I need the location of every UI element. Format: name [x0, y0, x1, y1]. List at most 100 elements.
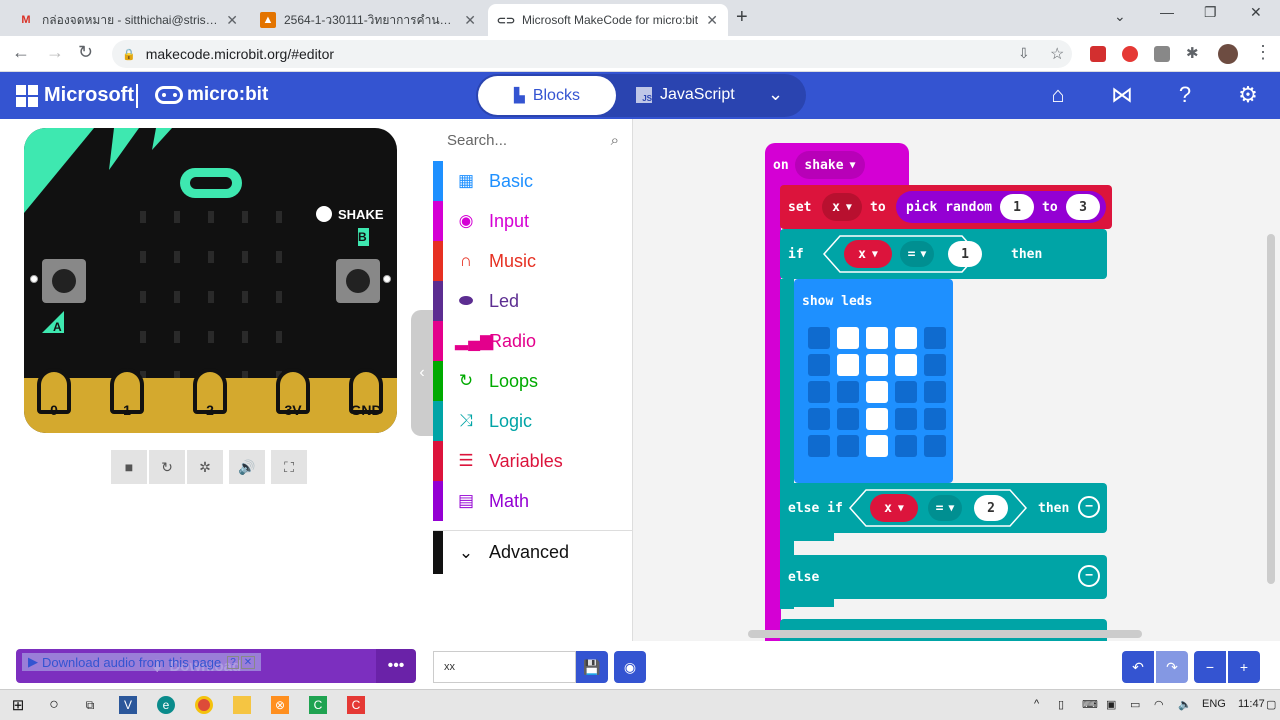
remove-branch-icon[interactable]: −	[1078, 565, 1100, 587]
led-cell[interactable]	[808, 435, 830, 457]
profile-dropdown-icon[interactable]: ⌄	[1114, 8, 1126, 25]
set-variable-block[interactable]: set x ▼ to pick random 1 to 3	[780, 185, 1112, 229]
extension-icon[interactable]	[1154, 46, 1170, 62]
horizontal-scrollbar[interactable]	[748, 630, 1142, 638]
shake-button[interactable]: SHAKE	[316, 206, 384, 222]
remove-branch-icon[interactable]: −	[1078, 496, 1100, 518]
close-tab-icon[interactable]: ✕	[706, 12, 718, 29]
toolbox-category-advanced[interactable]: ⌄ Advanced	[433, 530, 633, 574]
show-leds-block[interactable]: show leds	[794, 279, 953, 483]
led-cell[interactable]	[837, 381, 859, 403]
reload-icon[interactable]: ↻	[78, 42, 93, 63]
zoom-in-button[interactable]: +	[1228, 651, 1260, 683]
close-tab-icon[interactable]: ✕	[464, 12, 476, 29]
window-close-icon[interactable]: ✕	[1250, 4, 1262, 21]
close-icon[interactable]: ✕	[240, 655, 256, 669]
compare-value-input[interactable]: 2	[974, 495, 1008, 521]
javascript-mode-button[interactable]: JS JavaScript	[636, 86, 735, 104]
tray-chevron-icon[interactable]: ^	[1034, 698, 1039, 710]
toolbox-category-logic[interactable]: ⤨ Logic	[433, 401, 633, 441]
led-cell[interactable]	[924, 354, 946, 376]
browser-tab-gmail[interactable]: M กล่องจดหมาย - sitthichai@strisuksa.ac.…	[8, 4, 248, 36]
blocks-mode-button[interactable]: ▙ Blocks	[478, 76, 616, 115]
led-cell[interactable]	[895, 327, 917, 349]
led-cell[interactable]	[924, 327, 946, 349]
download-more-button[interactable]: •••	[376, 649, 416, 683]
browser-tab-makecode[interactable]: ⊂⊃ Microsoft MakeCode for micro:bit ✕	[488, 4, 728, 36]
extension-icon[interactable]	[1122, 46, 1138, 62]
toolbox-category-math[interactable]: ▤ Math	[433, 481, 633, 521]
toolbox-search[interactable]: Search... ⌕	[433, 119, 633, 161]
gesture-dropdown[interactable]: shake ▼	[795, 151, 865, 179]
led-cell[interactable]	[866, 354, 888, 376]
menu-kebab-icon[interactable]: ⋮	[1254, 42, 1272, 63]
back-icon[interactable]: ←	[12, 42, 30, 63]
restart-simulator-button[interactable]: ↻	[149, 450, 185, 484]
toolbox-category-music[interactable]: ∩ Music	[433, 241, 633, 281]
led-cell[interactable]	[837, 435, 859, 457]
operator-dropdown[interactable]: = ▼	[928, 495, 962, 521]
toolbox-category-input[interactable]: ◉ Input	[433, 201, 633, 241]
random-max-input[interactable]: 3	[1066, 194, 1100, 220]
else-if-block[interactable]: else if x ▼ = ▼ 2 then −	[780, 483, 1107, 533]
save-project-button[interactable]: 💾	[576, 651, 608, 683]
compare-value-input[interactable]: 1	[948, 241, 982, 267]
led-cell[interactable]	[924, 435, 946, 457]
notification-icon[interactable]: ▢	[1266, 698, 1276, 711]
variable-x-reporter[interactable]: x ▼	[844, 240, 892, 268]
led-cell[interactable]	[866, 435, 888, 457]
extension-icon[interactable]	[1090, 46, 1106, 62]
else-block[interactable]: else −	[780, 555, 1107, 599]
home-icon[interactable]: ⌂	[1044, 82, 1072, 108]
led-cell[interactable]	[895, 354, 917, 376]
redo-button[interactable]: ↷	[1156, 651, 1188, 683]
toolbox-category-loops[interactable]: ↻ Loops	[433, 361, 633, 401]
chevron-down-icon[interactable]: ⌄	[768, 84, 783, 105]
led-cell[interactable]	[924, 381, 946, 403]
task-view-icon[interactable]: ⧉	[81, 696, 99, 714]
microbit-logo[interactable]: micro:bit	[155, 84, 268, 106]
tray-icon[interactable]: ⌨	[1082, 698, 1098, 711]
app-icon[interactable]: V	[119, 696, 137, 714]
share-icon[interactable]: ⋈	[1108, 82, 1136, 108]
led-cell[interactable]	[808, 327, 830, 349]
stop-simulator-button[interactable]: ■	[111, 450, 147, 484]
install-icon[interactable]: ⇩	[1018, 45, 1030, 62]
variable-x-reporter[interactable]: x ▼	[870, 494, 918, 522]
led-cell[interactable]	[866, 327, 888, 349]
bookmark-star-icon[interactable]: ☆	[1050, 44, 1064, 64]
microsoft-logo[interactable]: Microsoft	[16, 84, 134, 107]
toolbox-category-variables[interactable]: ☰ Variables	[433, 441, 633, 481]
tray-icon[interactable]: ▯	[1058, 698, 1064, 711]
led-cell[interactable]	[924, 408, 946, 430]
chrome-icon[interactable]	[195, 696, 213, 714]
download-audio-popup[interactable]: ▶ Download audio from this page ? ✕	[22, 653, 262, 671]
gear-icon[interactable]: ⚙	[1234, 82, 1262, 108]
profile-avatar[interactable]	[1218, 44, 1238, 64]
led-cell[interactable]	[837, 408, 859, 430]
if-block[interactable]: if x ▼ = ▼ 1 then	[780, 229, 1107, 279]
led-cell[interactable]	[895, 435, 917, 457]
led-cell[interactable]	[837, 354, 859, 376]
random-min-input[interactable]: 1	[1000, 194, 1034, 220]
app-icon[interactable]: C	[347, 696, 365, 714]
led-cell[interactable]	[808, 354, 830, 376]
help-icon[interactable]: ?	[1171, 82, 1199, 108]
on-shake-block[interactable]: on shake ▼	[765, 143, 909, 187]
clock[interactable]: 11:47	[1238, 698, 1265, 710]
led-cell[interactable]	[895, 381, 917, 403]
project-name-input[interactable]: xx	[433, 651, 576, 683]
file-explorer-icon[interactable]	[233, 696, 251, 714]
mute-button[interactable]: 🔊	[229, 450, 265, 484]
help-icon[interactable]: ?	[227, 655, 239, 669]
browser-tab-classroom[interactable]: ▲ 2564-1-ว30111-วิทยาการคำนวณ-4 ✕	[250, 4, 486, 36]
led-cell[interactable]	[808, 408, 830, 430]
button-b[interactable]	[336, 259, 380, 303]
operator-dropdown[interactable]: = ▼	[900, 241, 934, 267]
minimize-icon[interactable]: —	[1160, 4, 1174, 20]
restore-icon[interactable]: ❐	[1204, 4, 1217, 21]
led-cell[interactable]	[895, 408, 917, 430]
volume-icon[interactable]: 🔈	[1178, 698, 1192, 711]
windows-start-icon[interactable]: ⊞	[9, 696, 27, 714]
wifi-icon[interactable]: ◠	[1154, 698, 1164, 711]
